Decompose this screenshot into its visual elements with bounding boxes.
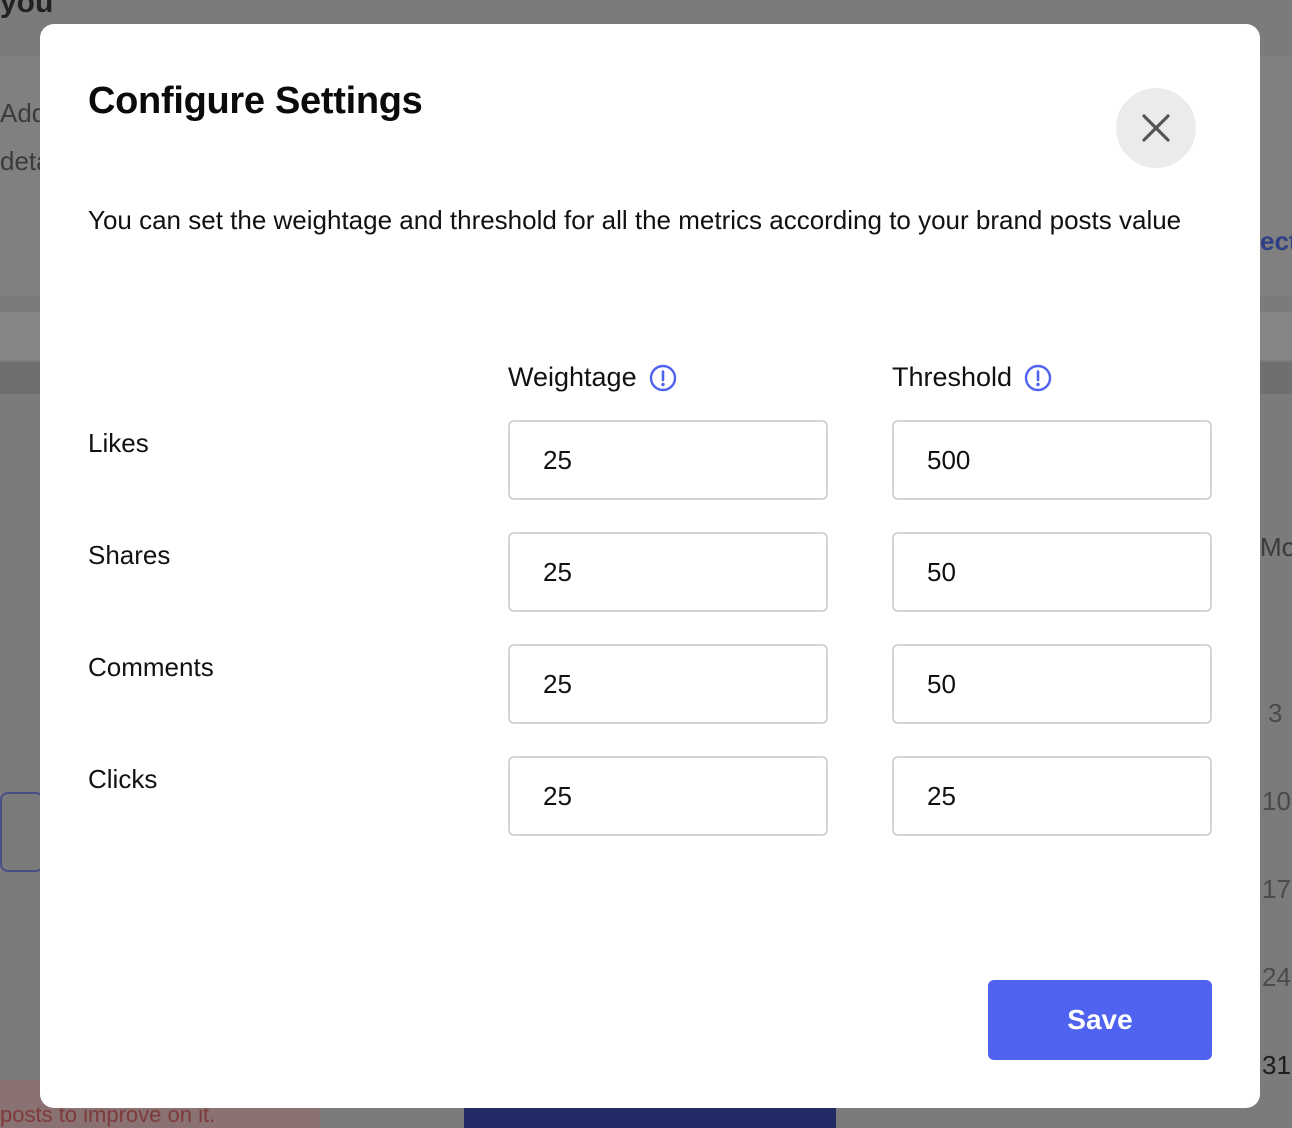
metric-label-shares: Shares	[88, 540, 171, 570]
background-calendar-number: 24	[1262, 962, 1291, 992]
save-button[interactable]: Save	[988, 980, 1212, 1060]
close-icon	[1142, 114, 1170, 142]
configure-settings-modal: Configure Settings You can set the weigh…	[40, 24, 1260, 1108]
threshold-header-label: Threshold	[892, 362, 1013, 392]
metric-label-clicks: Clicks	[88, 764, 158, 794]
background-link: ect	[1260, 226, 1292, 256]
metric-label-comments: Comments	[88, 652, 214, 682]
info-icon[interactable]	[649, 364, 677, 392]
background-calendar-number: 3	[1268, 698, 1283, 728]
weightage-header: Weightage	[508, 362, 677, 393]
clicks-weightage-input[interactable]	[508, 756, 828, 836]
likes-weightage-input[interactable]	[508, 420, 828, 500]
close-button[interactable]	[1116, 88, 1196, 168]
comments-threshold-input[interactable]	[892, 644, 1212, 724]
background-calendar-number: 17	[1262, 874, 1291, 904]
modal-description: You can set the weightage and threshold …	[88, 205, 1182, 235]
background-calendar-number: 10	[1262, 786, 1291, 816]
weightage-header-label: Weightage	[508, 362, 637, 392]
clicks-threshold-input[interactable]	[892, 756, 1212, 836]
threshold-header: Threshold	[892, 362, 1052, 393]
background-text: Mo	[1260, 532, 1292, 562]
likes-threshold-input[interactable]	[892, 420, 1212, 500]
metric-label-likes: Likes	[88, 428, 149, 458]
info-icon[interactable]	[1024, 364, 1052, 392]
background-button	[464, 1108, 836, 1128]
modal-title: Configure Settings	[88, 80, 423, 122]
shares-weightage-input[interactable]	[508, 532, 828, 612]
shares-threshold-input[interactable]	[892, 532, 1212, 612]
comments-weightage-input[interactable]	[508, 644, 828, 724]
background-heading: you	[0, 0, 54, 19]
background-button	[0, 792, 44, 872]
background-calendar-number: 31	[1262, 1050, 1291, 1080]
